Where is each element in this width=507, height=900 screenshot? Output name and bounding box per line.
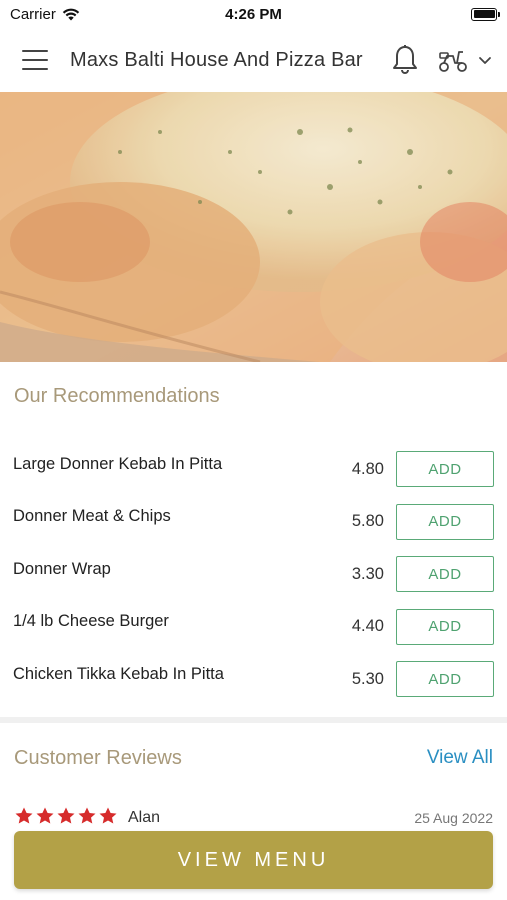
add-button[interactable]: ADD [396,451,494,488]
item-price: 3.30 [351,564,384,583]
star-icon [99,807,117,824]
reviews-title: Customer Reviews [14,747,182,769]
carrier-label: Carrier [10,5,56,23]
view-all-link[interactable]: View All [427,747,493,769]
list-item: Large Donner Kebab In Pitta 4.80 ADD [0,443,507,496]
battery-fill [473,10,495,18]
status-bar: Carrier 4:26 PM [0,0,507,28]
add-button[interactable]: ADD [396,661,494,698]
hamburger-menu-icon[interactable] [22,50,48,70]
chevron-down-icon[interactable] [477,52,493,68]
review-item: Alan 25 Aug 2022 [14,806,493,830]
status-left: Carrier [10,6,80,23]
list-item: Donner Meat & Chips 5.80 ADD [0,496,507,549]
view-menu-button[interactable]: VIEW MENU [14,831,493,889]
star-icon [36,807,54,824]
item-name: Donner Meat & Chips [13,507,171,526]
section-divider [0,717,507,723]
item-name: Large Donner Kebab In Pitta [13,454,223,473]
star-icon [78,807,96,824]
item-name: Chicken Tikka Kebab In Pitta [13,664,224,683]
list-item: Chicken Tikka Kebab In Pitta 5.30 ADD [0,653,507,706]
recommendations-title: Our Recommendations [14,385,220,407]
star-icon [57,807,75,824]
item-price: 5.80 [351,512,384,531]
battery-icon [471,7,500,21]
item-price: 4.80 [351,459,384,478]
review-date: 25 Aug 2022 [414,810,493,826]
bell-icon[interactable] [391,44,419,76]
list-item: 1/4 lb Cheese Burger 4.40 ADD [0,601,507,654]
app-header: Maxs Balti House And Pizza Bar [0,28,507,92]
wifi-icon [62,8,80,20]
add-button[interactable]: ADD [396,503,494,540]
hero-pizza-image [0,92,507,362]
add-button[interactable]: ADD [396,556,494,593]
star-rating [14,806,118,826]
app-title: Maxs Balti House And Pizza Bar [70,48,363,71]
list-item: Donner Wrap 3.30 ADD [0,548,507,601]
add-button[interactable]: ADD [396,608,494,645]
item-price: 5.30 [351,669,384,688]
delivery-scooter-icon[interactable] [437,46,469,74]
recommendations-list: Large Donner Kebab In Pitta 4.80 ADD Don… [0,443,507,706]
reviewer-name: Alan [128,809,161,826]
item-name: 1/4 lb Cheese Burger [13,612,169,631]
item-name: Donner Wrap [13,559,111,578]
star-icon [15,807,33,824]
item-price: 4.40 [351,617,384,636]
